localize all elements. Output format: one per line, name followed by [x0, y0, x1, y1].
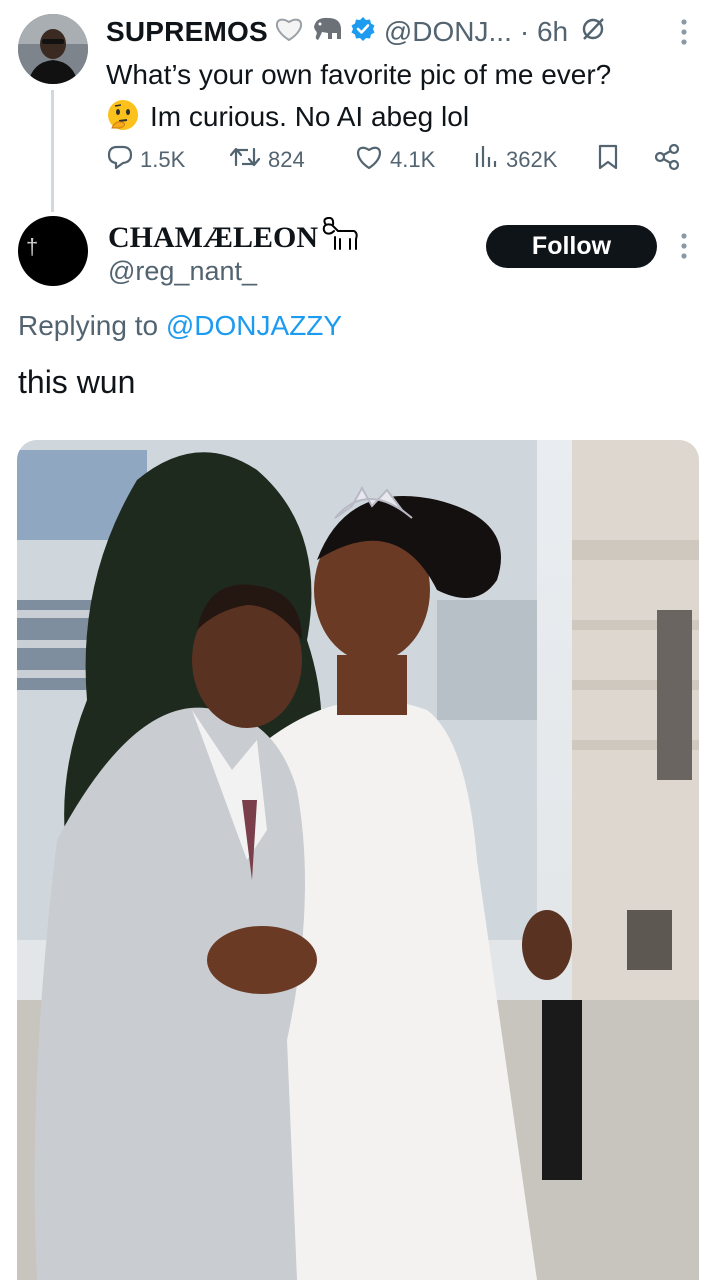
reply-media-photo[interactable] — [17, 440, 699, 1280]
reply-author-avatar[interactable]: † — [18, 216, 88, 286]
tweet-text-line-2: Im curious. No AI abeg lol — [150, 101, 470, 132]
reply-more-options-icon[interactable] — [680, 232, 688, 265]
author-handle[interactable]: @DONJ... — [384, 16, 512, 48]
like-count: 4.1K — [390, 147, 436, 172]
repost-icon — [228, 143, 262, 177]
views-count: 362K — [506, 147, 558, 172]
analytics-icon — [472, 143, 500, 177]
thinking-face-icon — [106, 98, 140, 132]
follow-button[interactable]: Follow — [486, 225, 657, 268]
more-options-icon[interactable] — [680, 18, 688, 51]
tweet-text-line-1: What’s your own favorite pic of me ever? — [106, 59, 612, 90]
reply-count: 1.5K — [140, 147, 186, 172]
reply-icon — [106, 143, 134, 177]
author-display-name[interactable]: SUPREMOS — [106, 16, 268, 48]
white-heart-icon — [274, 16, 304, 49]
author-name-row[interactable]: SUPREMOS @DONJ... · 6h — [106, 12, 606, 52]
replying-prefix: Replying to — [18, 310, 166, 341]
replying-to-mention-link[interactable]: @DONJAZZY — [166, 310, 342, 341]
repost-count: 824 — [268, 147, 305, 172]
avatar-glyph: † — [26, 234, 39, 259]
replying-to-line: Replying to @DONJAZZY — [18, 310, 342, 342]
share-icon — [652, 143, 682, 177]
photo-image — [17, 440, 699, 1280]
grok-icon[interactable] — [580, 16, 606, 49]
like-action[interactable]: 4.1K — [354, 142, 435, 178]
bookmark-button[interactable] — [596, 142, 620, 178]
reply-display-name[interactable]: CHAMÆLEON — [108, 221, 318, 255]
reply-author-handle[interactable]: @reg_nant_ — [108, 256, 257, 287]
author-avatar[interactable] — [18, 14, 88, 84]
tweet-text-line-2-row: Im curious. No AI abeg lol — [106, 96, 686, 138]
verified-badge-icon — [350, 16, 376, 49]
reply-author-name-row[interactable]: CHAMÆLEON — [108, 216, 360, 259]
tweet-text: What’s your own favorite pic of me ever?… — [106, 54, 686, 138]
bookmark-icon — [596, 143, 620, 177]
share-button[interactable] — [652, 142, 682, 178]
repost-action[interactable]: 824 — [228, 142, 305, 178]
author-avatar-image — [18, 14, 88, 84]
reply-action[interactable]: 1.5K — [106, 142, 185, 178]
tweet-timestamp[interactable]: · 6h — [520, 16, 568, 48]
elephant-icon — [310, 15, 344, 50]
reply-text: this wun — [18, 364, 136, 400]
heart-icon — [354, 143, 384, 177]
thread-connector-line — [51, 90, 54, 212]
goat-icon — [320, 216, 360, 259]
views-action[interactable]: 362K — [472, 142, 557, 178]
